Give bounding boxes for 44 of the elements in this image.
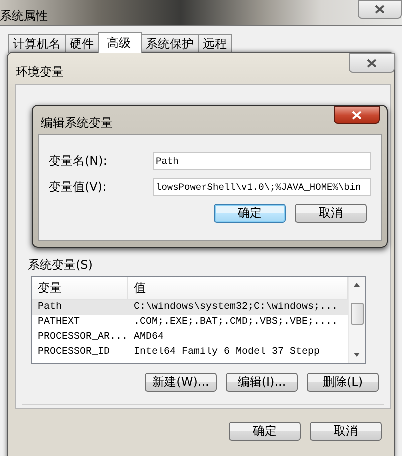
field-label: 变量名(N): (49, 152, 108, 170)
close-button[interactable] (349, 53, 395, 73)
column-header[interactable]: 变量 (32, 277, 128, 299)
button[interactable]: 确定 (229, 422, 301, 441)
table-cell-text: PATHEXT (37, 317, 82, 328)
input-field[interactable]: Path (153, 152, 371, 170)
button[interactable]: 取消 (295, 204, 367, 223)
tab[interactable]: 计算机名 (8, 34, 66, 53)
column-header[interactable]: 值 (128, 277, 348, 299)
list-row[interactable]: PATHEXT .COM;.EXE;.BAT;.CMD;.VBS;.VBE;.... (32, 315, 348, 330)
table-cell-text: PROCESSOR_AR... (37, 332, 128, 343)
scroll-thumb[interactable] (350, 303, 364, 325)
close-icon (367, 58, 377, 68)
button[interactable]: 新建(W)... (145, 373, 217, 392)
scrollbar[interactable] (348, 277, 365, 363)
table-cell-text: Path (37, 302, 64, 313)
scroll-up-icon[interactable] (354, 283, 360, 287)
close-icon (352, 110, 362, 120)
button[interactable]: 删除(L) (307, 373, 379, 392)
table-cell-text: PROCESSOR_ID (37, 347, 112, 358)
scroll-down-icon[interactable] (354, 353, 360, 357)
tab[interactable]: 系统保护 (141, 34, 199, 53)
button[interactable]: 确定 (214, 204, 286, 223)
list-row[interactable]: PROCESSOR_ID Intel64 Family 6 Model 37 Stepp (32, 345, 348, 360)
table-cell-text: C:\windows\system32;C:\windows;... (133, 302, 340, 313)
tab[interactable]: 高级 (98, 32, 142, 53)
tab[interactable]: 远程 (198, 34, 232, 53)
table-cell-text: Intel64 Family 6 Model 37 Stepp (133, 347, 322, 358)
button[interactable]: 编辑(I)... (226, 373, 298, 392)
close-button[interactable] (334, 106, 380, 124)
close-button[interactable] (358, 0, 402, 19)
window-title: 编辑系统变量 (41, 115, 113, 132)
window-title: 环境变量 (16, 64, 64, 81)
list-row[interactable]: PROCESSOR_AR... AMD64 (32, 330, 348, 345)
input-field[interactable]: lowsPowerShell\v1.0\;%JAVA_HOME%\bin (153, 178, 371, 196)
tab[interactable]: 硬件 (65, 34, 99, 53)
button[interactable]: 取消 (310, 422, 382, 441)
field-label: 变量值(V): (49, 178, 108, 196)
window-title: 系统属性 (0, 9, 48, 25)
list-row[interactable]: Path C:\windows\system32;C:\windows;... (32, 300, 348, 315)
group-label: 系统变量(S) (28, 258, 94, 272)
close-icon (375, 5, 385, 14)
table-cell-text: AMD64 (133, 332, 166, 343)
table-cell-text: .COM;.EXE;.BAT;.CMD;.VBS;.VBE;.... (133, 317, 340, 328)
